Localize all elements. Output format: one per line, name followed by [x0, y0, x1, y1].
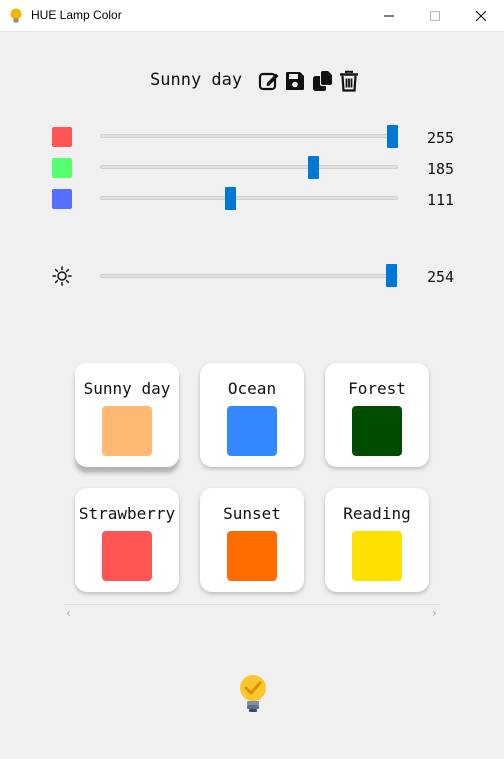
brightness-value: 254 [427, 268, 455, 286]
green-swatch [52, 158, 72, 178]
lightbulb-check-icon[interactable] [238, 674, 268, 714]
green-slider-track[interactable] [100, 165, 398, 169]
maximize-icon [430, 10, 440, 21]
preset-label: Reading [343, 504, 411, 523]
close-button[interactable] [458, 0, 504, 31]
preset-color-swatch [352, 406, 402, 456]
brightness-slider-track[interactable] [100, 274, 398, 278]
preset-card-sunny-day[interactable]: Sunny day [75, 363, 179, 467]
title-bar: HUE Lamp Color [0, 0, 504, 32]
preset-card-sunset[interactable]: Sunset [200, 488, 304, 592]
blue-swatch [52, 189, 72, 209]
minimize-icon [384, 15, 394, 16]
green-slider-thumb[interactable] [308, 156, 320, 179]
preset-card-reading[interactable]: Reading [325, 488, 429, 592]
blue-slider-thumb[interactable] [224, 187, 236, 210]
horizontal-scrollbar[interactable] [64, 604, 440, 605]
preset-name: Sunny day [150, 70, 243, 90]
lightbulb-icon [10, 8, 22, 23]
preset-label: Sunny day [83, 379, 171, 398]
preset-card-ocean[interactable]: Ocean [200, 363, 304, 467]
preset-label: Sunset [223, 504, 281, 523]
close-icon [476, 10, 486, 21]
preset-card-strawberry[interactable]: Strawberry [75, 488, 179, 592]
red-slider-thumb[interactable] [387, 125, 398, 148]
save-icon[interactable] [284, 70, 306, 92]
preset-card-forest[interactable]: Forest [325, 363, 429, 467]
scroll-right-icon[interactable]: › [432, 606, 437, 620]
preset-color-swatch [102, 406, 152, 456]
preset-color-swatch [227, 406, 277, 456]
preset-label: Forest [348, 379, 406, 398]
scroll-left-icon[interactable]: ‹ [66, 606, 71, 620]
maximize-button[interactable] [412, 0, 458, 31]
preset-color-swatch [102, 531, 152, 581]
preset-label: Strawberry [78, 504, 176, 523]
copy-icon[interactable] [311, 70, 333, 92]
red-value: 255 [427, 129, 455, 147]
red-slider-track[interactable] [100, 134, 398, 138]
red-swatch [52, 127, 72, 147]
preset-color-swatch [352, 531, 402, 581]
edit-icon[interactable] [258, 70, 280, 92]
brightness-slider-thumb[interactable] [385, 264, 397, 287]
window-title: HUE Lamp Color [31, 8, 122, 22]
sun-icon [52, 266, 72, 286]
blue-slider-track[interactable] [100, 196, 398, 200]
preset-color-swatch [227, 531, 277, 581]
green-value: 185 [427, 160, 455, 178]
minimize-button[interactable] [366, 0, 412, 31]
preset-label: Ocean [227, 379, 277, 398]
blue-value: 111 [427, 191, 455, 209]
trash-icon[interactable] [338, 70, 360, 92]
